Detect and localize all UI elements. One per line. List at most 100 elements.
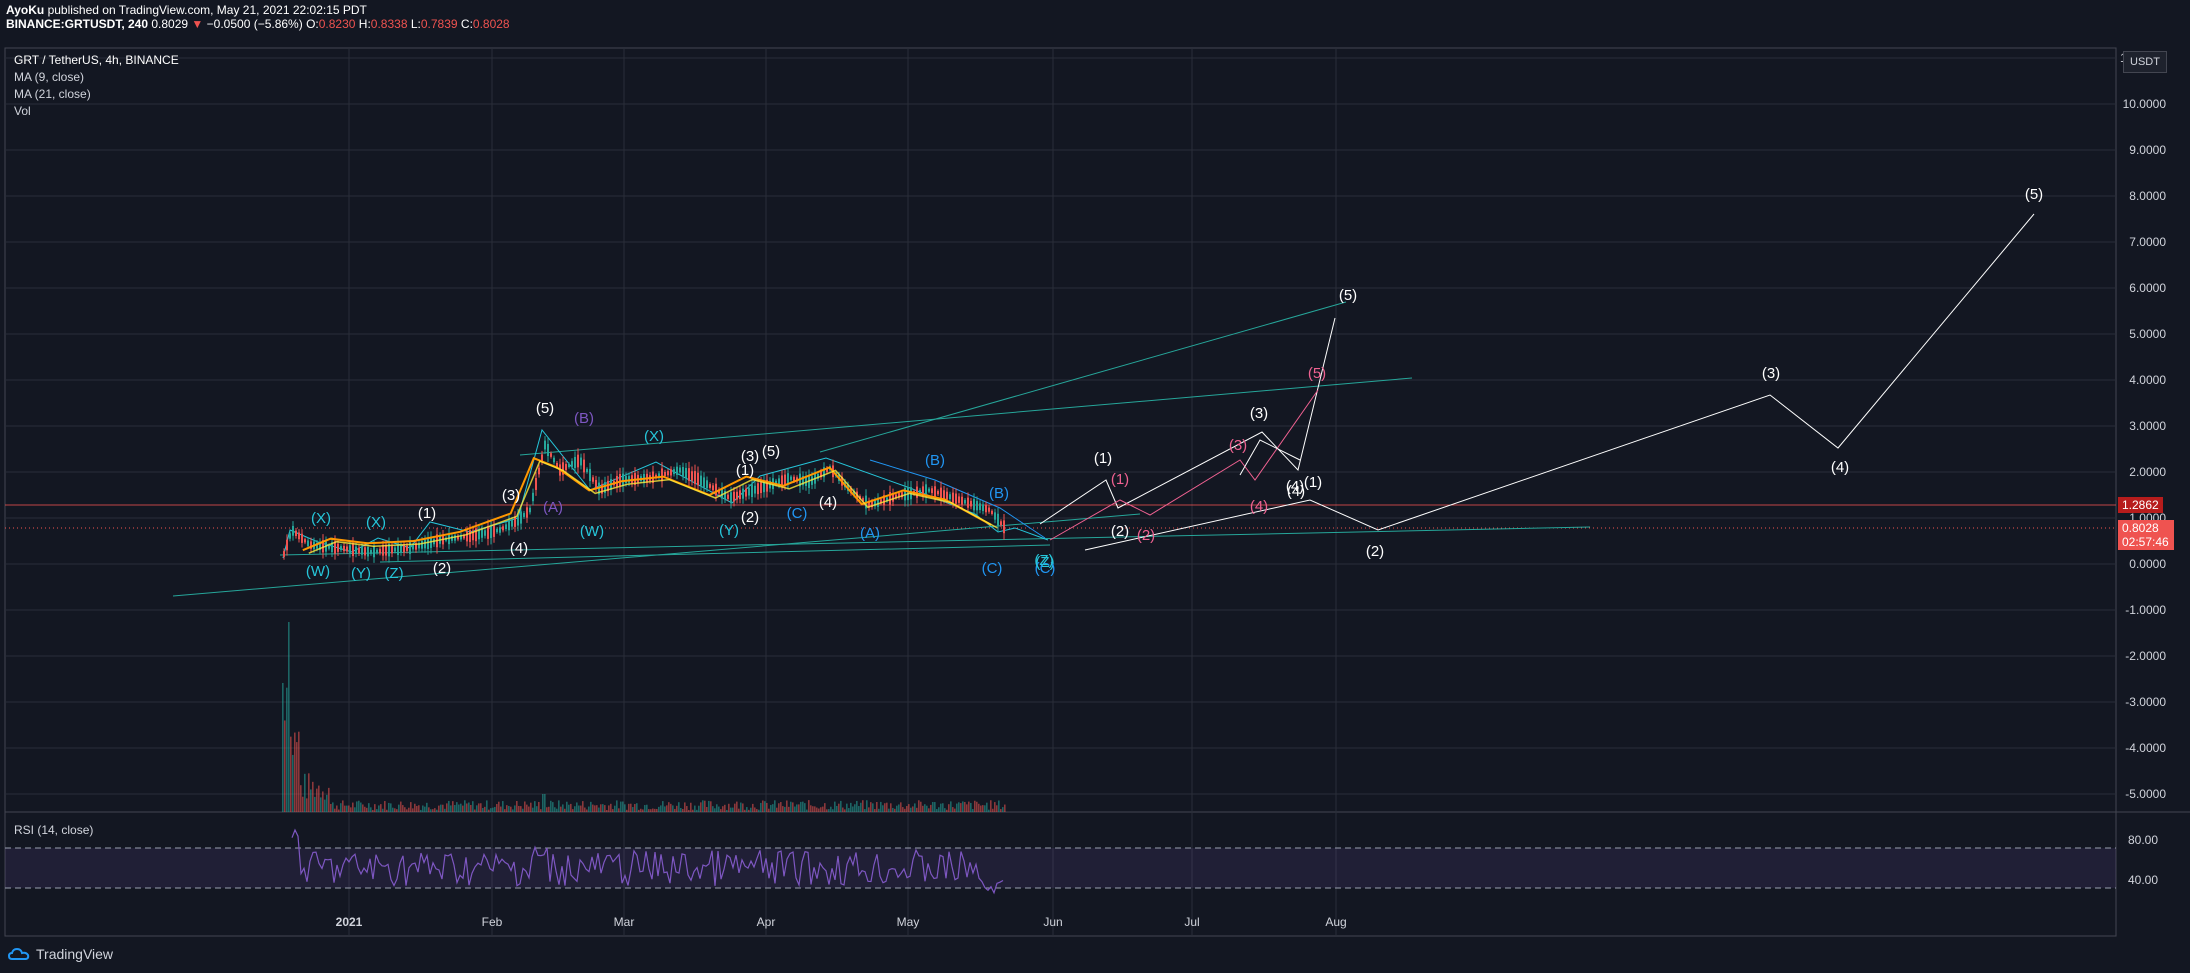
volume-bar bbox=[790, 801, 792, 812]
volume-bar bbox=[304, 773, 306, 812]
trendline bbox=[379, 544, 1051, 563]
candle-body bbox=[685, 467, 687, 479]
volume-bar bbox=[666, 805, 668, 812]
price-tick-label: 3.0000 bbox=[2129, 419, 2166, 433]
volume-bar bbox=[780, 802, 782, 812]
volume-bar bbox=[962, 801, 964, 812]
volume-bar bbox=[900, 802, 902, 812]
volume-bar bbox=[860, 802, 862, 812]
bar-countdown: 02:57:46 bbox=[2122, 535, 2169, 549]
candle-body bbox=[709, 484, 711, 488]
volume-bar bbox=[524, 801, 526, 812]
volume-bar bbox=[886, 802, 888, 812]
volume-bar bbox=[640, 808, 642, 812]
volume-bar bbox=[586, 809, 588, 812]
currency-unit-badge[interactable]: USDT bbox=[2123, 51, 2167, 73]
volume-bar bbox=[754, 807, 756, 812]
volume-bar bbox=[530, 802, 532, 812]
candle-body bbox=[523, 513, 525, 517]
volume-bar bbox=[708, 800, 710, 812]
ma21-legend[interactable]: MA (21, close) bbox=[14, 87, 91, 101]
price-chart[interactable]: (X) (W) (X) (Y) (Z) (1) (2) (3) (4) (5) (B) (A) (W) (… bbox=[0, 0, 2190, 973]
volume-bar bbox=[466, 803, 468, 812]
volume-bar bbox=[396, 809, 398, 812]
volume-bar bbox=[822, 806, 824, 812]
volume-bar bbox=[352, 802, 354, 812]
volume-bar bbox=[906, 806, 908, 812]
candle-body bbox=[343, 545, 345, 552]
volume-bar bbox=[926, 805, 928, 812]
volume-bar bbox=[664, 806, 666, 812]
price-tick-label: 5.0000 bbox=[2129, 327, 2166, 341]
volume-bar bbox=[384, 801, 386, 812]
volume-legend[interactable]: Vol bbox=[14, 104, 31, 118]
volume-bar bbox=[412, 808, 414, 812]
volume-bar bbox=[702, 800, 704, 812]
volume-bar bbox=[452, 801, 454, 812]
volume-bar bbox=[628, 803, 630, 812]
price-tick-label: 10.0000 bbox=[2123, 97, 2167, 111]
volume-bar bbox=[310, 789, 312, 812]
wave-label: (1) bbox=[1111, 471, 1129, 488]
volume-bar bbox=[526, 804, 528, 812]
candle-body bbox=[673, 469, 675, 475]
volume-bar bbox=[574, 806, 576, 812]
volume-bar bbox=[750, 807, 752, 812]
volume-bar bbox=[916, 807, 918, 812]
candle-body bbox=[340, 546, 342, 551]
candle-body bbox=[1003, 520, 1005, 534]
volume-bar bbox=[446, 803, 448, 812]
volume-bar bbox=[872, 803, 874, 812]
volume-bar bbox=[760, 802, 762, 812]
time-axis[interactable]: 2021 Feb Mar Apr May Jun Jul Aug bbox=[336, 915, 1347, 929]
volume-bar bbox=[690, 802, 692, 812]
volume-bar bbox=[912, 806, 914, 812]
candle-body bbox=[544, 440, 546, 450]
rsi-legend[interactable]: RSI (14, close) bbox=[14, 823, 93, 837]
candle-body bbox=[742, 488, 744, 499]
candle-body bbox=[526, 507, 528, 518]
candle-body bbox=[367, 547, 369, 557]
price-axis[interactable]: 10.0000 9.0000 8.0000 7.0000 6.0000 5.0000 4.0… bbox=[2120, 51, 2166, 801]
volume-bar bbox=[884, 803, 886, 812]
volume-bar bbox=[386, 809, 388, 812]
candle-body bbox=[355, 546, 357, 554]
volume-bar bbox=[826, 809, 828, 812]
volume-bar bbox=[568, 804, 570, 812]
wave-label: (3) bbox=[502, 487, 520, 504]
candle-body bbox=[943, 490, 945, 500]
volume-bar bbox=[958, 802, 960, 812]
volume-bar bbox=[724, 804, 726, 812]
wave-label: (4) bbox=[819, 494, 837, 511]
candle-body bbox=[394, 547, 396, 552]
candle-body bbox=[379, 548, 381, 554]
wave-label: (1) bbox=[1094, 450, 1112, 467]
volume-bar bbox=[788, 806, 790, 812]
volume-bar bbox=[732, 807, 734, 812]
volume-bar bbox=[416, 805, 418, 812]
volume-bar bbox=[636, 803, 638, 812]
wave-label: (2) bbox=[1366, 543, 1384, 560]
candle-body bbox=[289, 533, 291, 539]
volume-bar bbox=[406, 809, 408, 812]
volume-bar bbox=[728, 803, 730, 812]
candle-body bbox=[496, 528, 498, 533]
candle-body bbox=[733, 491, 735, 502]
volume-bar bbox=[858, 806, 860, 812]
candle-body bbox=[745, 488, 747, 497]
volume-bar bbox=[354, 807, 356, 812]
volume-bar bbox=[308, 773, 310, 812]
price-tick-label: -3.0000 bbox=[2125, 695, 2166, 709]
wave-label: (5) bbox=[2025, 186, 2043, 203]
candle-body bbox=[958, 496, 960, 503]
volume-bar bbox=[506, 805, 508, 812]
price-tick-label: -4.0000 bbox=[2125, 741, 2166, 755]
volume-bar bbox=[542, 794, 544, 812]
tradingview-logo[interactable]: TradingView bbox=[8, 946, 113, 962]
volume-bar bbox=[350, 807, 352, 812]
volume-bar bbox=[566, 801, 568, 812]
ma9-legend[interactable]: MA (9, close) bbox=[14, 70, 84, 84]
volume-bar bbox=[672, 805, 674, 812]
wave-label: (X) bbox=[311, 510, 331, 527]
wave-label: (W) bbox=[580, 523, 604, 540]
